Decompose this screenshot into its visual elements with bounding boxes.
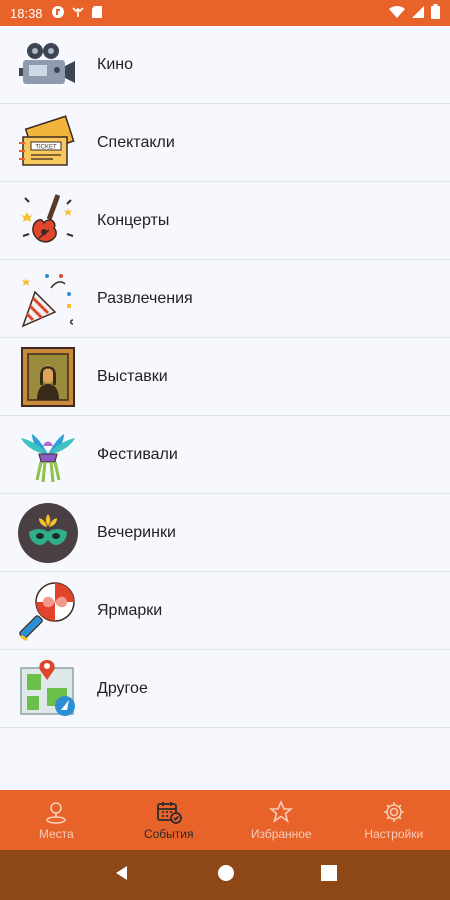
nav-label: Места bbox=[38, 826, 74, 841]
list-item-label: Концерты bbox=[97, 211, 170, 229]
nav-label: События bbox=[143, 826, 194, 841]
wifi-icon bbox=[389, 5, 405, 22]
sd-card-icon bbox=[91, 5, 103, 22]
nav-events[interactable]: События bbox=[113, 790, 226, 850]
signal-icon bbox=[411, 5, 425, 22]
places-pin-icon bbox=[46, 801, 67, 824]
festival-mask-icon bbox=[17, 424, 79, 486]
guitar-icon bbox=[17, 190, 79, 252]
list-item-label: Другое bbox=[97, 679, 148, 697]
painting-icon bbox=[17, 346, 79, 408]
star-icon bbox=[269, 799, 294, 823]
list-item-label: Выставки bbox=[97, 367, 168, 385]
back-icon[interactable] bbox=[113, 864, 131, 887]
status-bar: 18:38 bbox=[0, 0, 450, 26]
nav-label: Настройки bbox=[364, 826, 424, 841]
party-popper-icon bbox=[17, 268, 79, 330]
battery-icon bbox=[431, 4, 440, 22]
nav-places[interactable]: Места bbox=[0, 790, 113, 850]
map-icon bbox=[17, 658, 79, 720]
list-item-theater[interactable]: TICKET Спектакли bbox=[0, 104, 450, 182]
party-mask-icon bbox=[17, 502, 79, 564]
usb-icon bbox=[71, 5, 85, 22]
system-nav-bar bbox=[0, 850, 450, 900]
list-item-other[interactable]: Другое bbox=[0, 650, 450, 728]
list-item-label: Фестивали bbox=[97, 445, 178, 463]
list-item-label: Ярмарки bbox=[97, 601, 163, 619]
calendar-icon bbox=[156, 801, 182, 824]
svg-text:TICKET: TICKET bbox=[35, 144, 57, 150]
nav-favorites[interactable]: Избранное bbox=[225, 790, 338, 850]
bottom-nav: Места События Избранное Настройки bbox=[0, 790, 450, 850]
lollipop-icon bbox=[17, 580, 79, 642]
list-item-festivals[interactable]: Фестивали bbox=[0, 416, 450, 494]
list-item-label: Развлечения bbox=[97, 289, 193, 307]
list-item-label: Кино bbox=[97, 55, 133, 73]
gear-icon bbox=[383, 801, 404, 822]
film-camera-icon bbox=[17, 34, 79, 96]
list-item-cinema[interactable]: Кино bbox=[0, 26, 450, 104]
list-item-fairs[interactable]: Ярмарки bbox=[0, 572, 450, 650]
ticket-icon: TICKET bbox=[17, 112, 79, 174]
list-item-exhibitions[interactable]: Выставки bbox=[0, 338, 450, 416]
category-list: Кино TICKET Спектакли Концерты Развлечен… bbox=[0, 26, 450, 790]
list-item-label: Вечеринки bbox=[97, 523, 176, 541]
list-item-label: Спектакли bbox=[97, 133, 175, 151]
nav-settings[interactable]: Настройки bbox=[338, 790, 450, 850]
list-item-concerts[interactable]: Концерты bbox=[0, 182, 450, 260]
nav-label: Избранное bbox=[250, 826, 312, 841]
notification-icon bbox=[51, 5, 65, 22]
status-time: 18:38 bbox=[10, 5, 43, 21]
list-item-parties[interactable]: Вечеринки bbox=[0, 494, 450, 572]
recents-icon[interactable] bbox=[321, 864, 337, 886]
home-icon[interactable] bbox=[217, 864, 235, 887]
list-item-entertainment[interactable]: Развлечения bbox=[0, 260, 450, 338]
